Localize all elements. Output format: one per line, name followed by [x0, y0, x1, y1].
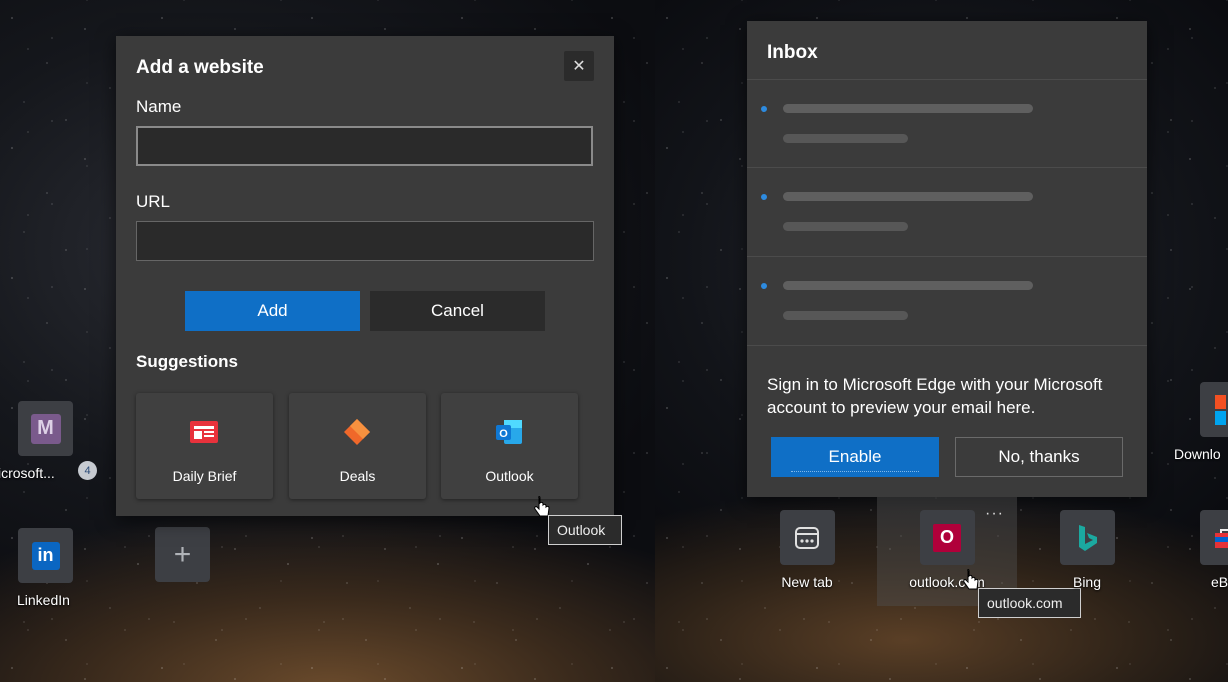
tile-microsoft-box[interactable]: M: [18, 401, 73, 456]
unread-dot: [761, 106, 767, 112]
placeholder-line: [783, 192, 1033, 201]
placeholder-line: [783, 134, 908, 143]
suggestion-daily-brief[interactable]: Daily Brief: [136, 393, 273, 499]
tile-downloads-box[interactable]: [1200, 382, 1228, 437]
tile-downloads[interactable]: Downlo: [1174, 382, 1228, 462]
outlook-suggestion-tooltip: Outlook: [548, 515, 622, 545]
add-website-dialog: Add a website ✕ Name URL Add Cancel Sugg…: [116, 36, 614, 516]
close-icon: ✕: [572, 58, 586, 75]
shopping-bag-icon: [1215, 528, 1228, 548]
no-thanks-button[interactable]: No, thanks: [955, 437, 1123, 477]
inbox-message: Sign in to Microsoft Edge with your Micr…: [767, 375, 1103, 417]
tile-outlook-box[interactable]: O: [919, 510, 975, 565]
tile-microsoft[interactable]: M icrosoft...: [0, 401, 90, 481]
inbox-panel: Inbox Sign in to Microsoft Edge with you…: [747, 21, 1147, 497]
linkedin-icon: in: [31, 541, 60, 570]
suggestion-label: Daily Brief: [172, 468, 237, 484]
tile-linkedin-box[interactable]: in: [18, 528, 73, 583]
name-label: Name: [136, 97, 182, 116]
inbox-placeholder-row: [747, 167, 1147, 256]
outlook-icon: O: [496, 420, 522, 444]
enable-button[interactable]: Enable: [771, 437, 939, 477]
tile-ebay-label: eB: [1211, 574, 1228, 590]
tile-outlook[interactable]: O outlook.com: [897, 510, 997, 590]
tile-new-tab-label: New tab: [781, 574, 833, 590]
tile-linkedin-label: LinkedIn: [17, 592, 70, 608]
tile-bing[interactable]: Bing: [1047, 510, 1127, 590]
inbox-divider: [747, 345, 1147, 347]
outlook-o-icon: O: [933, 523, 961, 552]
tag-icon: [344, 419, 370, 445]
suggestions-title: Suggestions: [136, 352, 239, 371]
cancel-button[interactable]: Cancel: [370, 291, 545, 331]
unread-dot: [761, 194, 767, 200]
suggestion-outlook[interactable]: O Outlook: [441, 393, 578, 499]
tile-ebay-box[interactable]: [1200, 510, 1228, 565]
tile-bing-label: Bing: [1072, 574, 1102, 590]
tile-new-tab[interactable]: New tab: [767, 510, 847, 590]
add-site-tile[interactable]: +: [155, 527, 210, 582]
suggestion-label: Deals: [339, 468, 376, 484]
name-input[interactable]: [136, 126, 593, 166]
bing-icon: [1079, 524, 1097, 551]
placeholder-line: [783, 281, 1033, 290]
notification-badge: 4: [78, 461, 97, 480]
tile-new-tab-box[interactable]: [779, 510, 835, 565]
dialog-title: Add a website: [136, 57, 264, 78]
new-tab-icon: [795, 526, 819, 549]
placeholder-line: [783, 104, 1033, 113]
svg-text:O: O: [499, 428, 508, 440]
url-label: URL: [136, 192, 171, 211]
suggestion-deals[interactable]: Deals: [289, 393, 426, 499]
news-icon: [190, 421, 218, 443]
close-button[interactable]: ✕: [564, 51, 594, 81]
add-button[interactable]: Add: [185, 291, 360, 331]
tile-ebay[interactable]: eB: [1199, 510, 1228, 590]
inbox-placeholder-row: [747, 79, 1147, 168]
suggestion-label: Outlook: [485, 468, 534, 484]
outlook-tile-tooltip: outlook.com: [978, 588, 1081, 618]
placeholder-line: [783, 222, 908, 231]
microsoft-m-icon: M: [30, 413, 61, 444]
placeholder-line: [783, 311, 908, 320]
url-input[interactable]: [136, 221, 594, 261]
tile-linkedin[interactable]: in LinkedIn: [0, 528, 90, 608]
add-site-box[interactable]: +: [155, 527, 210, 582]
plus-icon: +: [173, 537, 192, 571]
tile-bing-box[interactable]: [1059, 510, 1115, 565]
tile-microsoft-label: icrosoft...: [0, 465, 55, 481]
unread-dot: [761, 283, 767, 289]
inbox-title: Inbox: [767, 42, 818, 63]
windows-icon: [1215, 394, 1226, 425]
tile-downloads-label: Downlo: [1174, 446, 1221, 462]
inbox-placeholder-row: [747, 256, 1147, 345]
